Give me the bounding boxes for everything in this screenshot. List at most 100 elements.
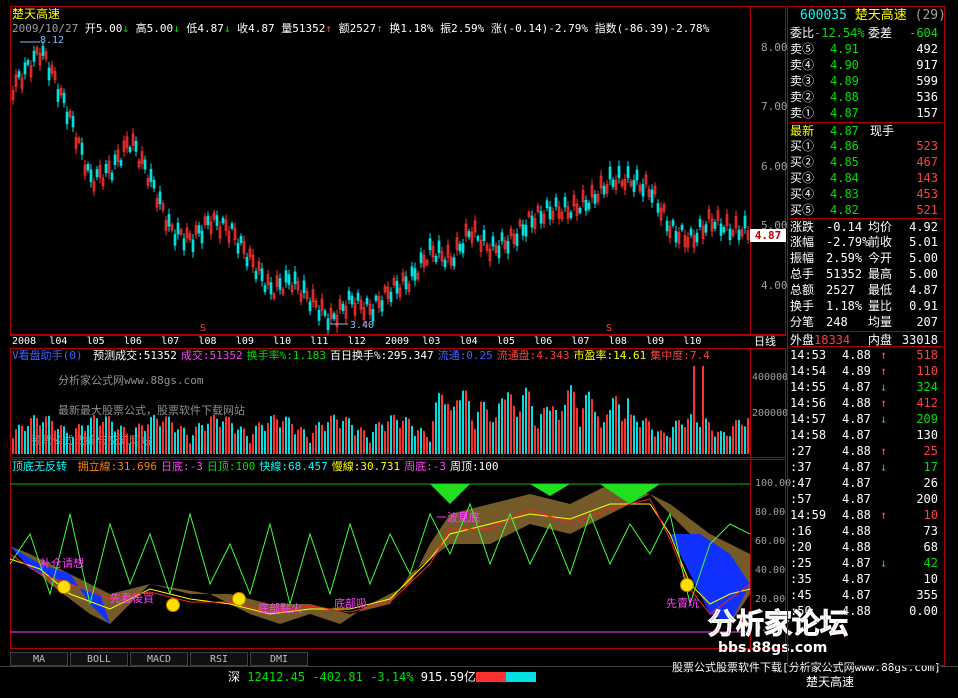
candle-body — [728, 228, 732, 241]
volume-bar — [153, 414, 155, 454]
volume-bar — [390, 415, 392, 454]
bid-row[interactable]: 买② 4.85 467 — [790, 154, 942, 170]
min-price-label: 3.40 — [350, 320, 375, 331]
market-pct: -3.14% — [370, 670, 414, 684]
volume-bar — [702, 366, 704, 454]
indicator2-value: 日底:-3 — [160, 460, 203, 473]
current-price-tag: 4.87 — [750, 229, 786, 242]
volume-bar — [399, 428, 401, 454]
volume-bar — [216, 418, 218, 454]
candle-body — [737, 229, 741, 241]
volume-bar — [273, 414, 275, 454]
volume-bar — [558, 419, 560, 454]
quote-header: 600035 楚天高速 (29) — [800, 9, 946, 22]
tab-rsi[interactable]: RSI — [190, 652, 248, 666]
tab-boll[interactable]: BOLL — [70, 652, 128, 666]
volume-bar — [12, 438, 14, 454]
smiley-icon — [57, 580, 71, 594]
volume-bar — [267, 422, 269, 454]
stat-row: 换手 1.18% 量比 0.91 — [790, 299, 938, 313]
volume-bar — [333, 414, 335, 454]
volume-bar — [729, 436, 731, 454]
bid-row[interactable]: 买④ 4.83 453 — [790, 186, 942, 202]
candle-body — [173, 234, 177, 246]
volume-bar — [504, 399, 506, 454]
candle-body — [443, 259, 447, 268]
status-bar: 深 12412.45 -402.81 -3.14% 915.59亿 股票公式股票… — [0, 661, 958, 698]
volume-bar — [90, 417, 92, 454]
candle-body — [86, 164, 90, 171]
volume-bar — [261, 424, 263, 454]
volume-bar — [420, 427, 422, 454]
date-tick: l04 — [459, 336, 478, 347]
volume-bar — [294, 434, 296, 454]
stock-rank: (29) — [914, 8, 946, 23]
tick-row: 14:54 4.89 ↑ 110 — [790, 364, 938, 378]
volume-bar — [381, 424, 383, 454]
volume-bar — [708, 422, 710, 454]
volume-bar — [687, 418, 689, 454]
candle-body — [113, 154, 117, 166]
volume-bar — [429, 441, 431, 454]
volume-bar — [549, 410, 551, 454]
volume-bar — [258, 422, 260, 454]
volume-bar — [699, 426, 701, 454]
ask-row[interactable]: 卖① 4.87 157 — [790, 105, 942, 121]
volume-bar — [678, 420, 680, 454]
volume-bar — [405, 416, 407, 454]
candlestick-chart[interactable] — [10, 30, 750, 334]
volume-bar — [174, 432, 176, 454]
tab-dmi[interactable]: DMI — [250, 652, 308, 666]
candle-body — [23, 62, 27, 75]
volume-bar — [342, 420, 344, 454]
ask-row[interactable]: 卖③ 4.89 599 — [790, 73, 942, 89]
tab-ma[interactable]: MA — [10, 652, 68, 666]
volume-bar — [510, 394, 512, 454]
candle-body — [365, 297, 369, 305]
volume-bar — [225, 416, 227, 454]
volume-bar — [717, 431, 719, 454]
tick-row: :16 4.88 73 — [790, 524, 938, 538]
candle-body — [437, 240, 441, 253]
volume-bar — [285, 416, 287, 454]
volume-bar — [747, 418, 749, 454]
volume-bar — [432, 421, 434, 454]
ask-row[interactable]: 卖② 4.88 536 — [790, 89, 942, 105]
market-change: -402.81 — [312, 670, 363, 684]
candle-body — [356, 292, 360, 301]
tick-row: 14:53 4.88 ↑ 518 — [790, 348, 938, 362]
tab-macd[interactable]: MACD — [130, 652, 188, 666]
down-arrow-icon: ↓ — [880, 460, 888, 474]
indicator2-value: 周顶:100 — [449, 460, 499, 473]
candle-body — [149, 169, 153, 182]
market-amount: 915.59亿 — [420, 670, 477, 684]
tick-row: 14:58 4.87 130 — [790, 428, 938, 442]
period-button[interactable]: 日线 — [754, 335, 776, 348]
candle-body — [722, 227, 726, 233]
volume-bar — [456, 400, 458, 454]
bid-row[interactable]: 买⑤ 4.82 521 — [790, 202, 942, 218]
volume-bar — [360, 427, 362, 454]
volume-bar — [585, 394, 587, 454]
tick-row: :27 4.88 ↑ 25 — [790, 444, 938, 458]
bid-row[interactable]: 买① 4.86 523 — [790, 138, 942, 154]
ask-row[interactable]: 卖④ 4.90 917 — [790, 57, 942, 73]
volume-bar — [498, 403, 500, 454]
candle-body — [152, 179, 156, 189]
ask-row[interactable]: 卖⑤ 4.91 492 — [790, 41, 942, 57]
volume-bar — [123, 426, 125, 454]
volume-bar — [612, 398, 614, 454]
quote-footer-name: 楚天高速 — [806, 675, 855, 689]
volume-bar — [102, 421, 104, 454]
smiley-icon — [232, 592, 246, 606]
indicator1-title[interactable]: V看盘助手(0) — [12, 349, 83, 362]
volume-bar — [480, 401, 482, 454]
bid-row[interactable]: 买③ 4.84 143 — [790, 170, 942, 186]
volume-bar — [681, 424, 683, 454]
candle-body — [635, 169, 639, 181]
volume-bar — [147, 424, 149, 454]
tick-row: :50 4.88 0.00 — [790, 604, 938, 618]
candles-group — [11, 41, 750, 334]
indicator2-title[interactable]: 顶底无反转 — [12, 460, 67, 473]
indicator2-value: 慢線:30.731 — [331, 460, 401, 473]
